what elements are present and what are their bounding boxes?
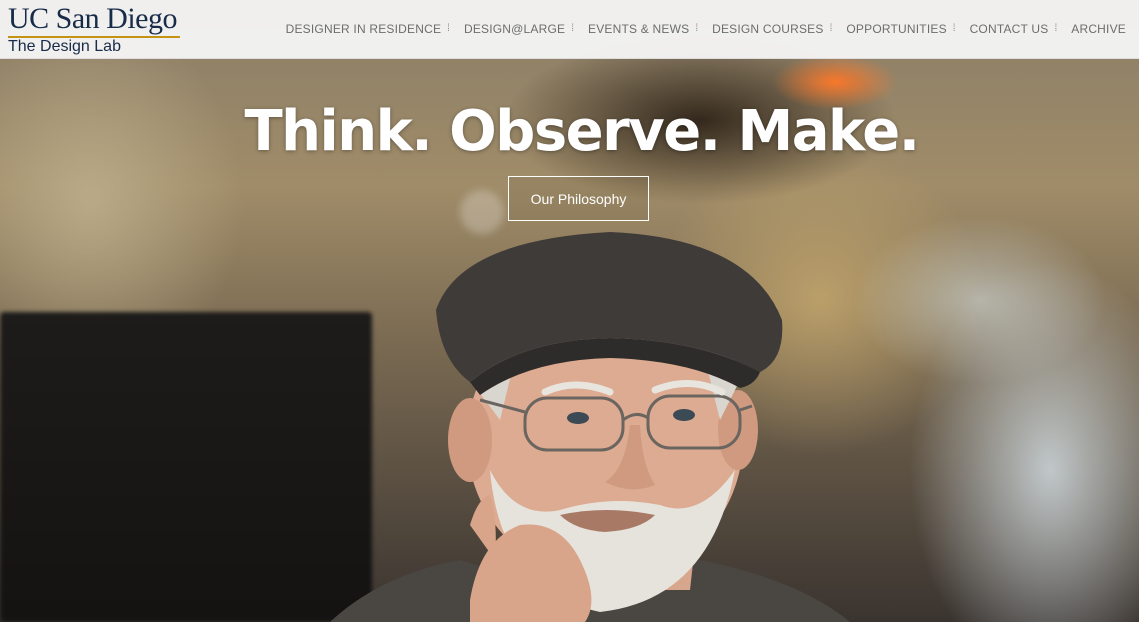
nav-item-opportunities: ⁞ OPPORTUNITIES xyxy=(824,0,947,58)
nav-item-design-at-large: ⁞ DESIGN@LARGE xyxy=(441,0,565,58)
nav-item-contact-us: ⁞ CONTACT US xyxy=(947,0,1049,58)
nav-link-design-at-large[interactable]: DESIGN@LARGE xyxy=(464,22,565,36)
nav-link-designer-in-residence[interactable]: DESIGNER IN RESIDENCE xyxy=(286,22,442,36)
nav-item-designer-in-residence: DESIGNER IN RESIDENCE xyxy=(286,0,442,58)
nav-separator: ⁞ xyxy=(1054,23,1058,34)
nav-link-events-news[interactable]: EVENTS & NEWS xyxy=(588,22,689,36)
logo-wordmark: UC San Diego xyxy=(8,2,178,35)
top-navigation-bar: UC San Diego The Design Lab DESIGNER IN … xyxy=(0,0,1139,59)
nav-link-opportunities[interactable]: OPPORTUNITIES xyxy=(846,22,946,36)
nav-separator: ⁞ xyxy=(952,23,956,34)
nav-separator: ⁞ xyxy=(571,23,575,34)
hero-headline: Think. Observe. Make. xyxy=(244,99,920,164)
nav-item-design-courses: ⁞ DESIGN COURSES xyxy=(689,0,823,58)
nav-separator: ⁞ xyxy=(695,23,699,34)
hero-background xyxy=(0,0,1139,622)
main-nav: DESIGNER IN RESIDENCE ⁞ DESIGN@LARGE ⁞ E… xyxy=(286,0,1139,58)
logo-subtitle: The Design Lab xyxy=(8,38,121,55)
hero-portrait-image xyxy=(330,232,850,622)
nav-link-archive[interactable]: ARCHIVE xyxy=(1071,22,1126,36)
nav-link-contact-us[interactable]: CONTACT US xyxy=(970,22,1049,36)
nav-separator: ⁞ xyxy=(829,23,833,34)
nav-link-design-courses[interactable]: DESIGN COURSES xyxy=(712,22,824,36)
nav-item-archive: ⁞ ARCHIVE xyxy=(1048,0,1139,58)
our-philosophy-button[interactable]: Our Philosophy xyxy=(508,176,649,221)
nav-item-events-news: ⁞ EVENTS & NEWS xyxy=(565,0,689,58)
ucsd-design-lab-logo[interactable]: UC San Diego The Design Lab xyxy=(8,3,188,55)
nav-separator: ⁞ xyxy=(447,23,450,34)
